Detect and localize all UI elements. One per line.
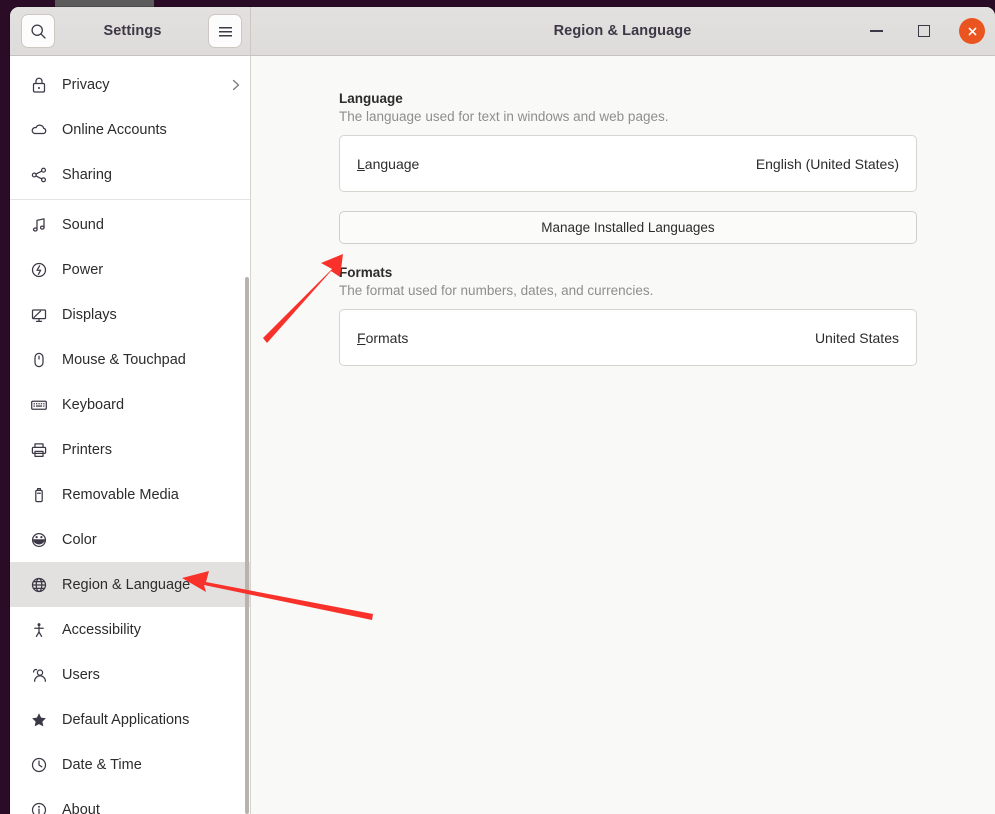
sidebar-item-label: Printers — [62, 442, 112, 458]
formats-card: Formats United States — [339, 309, 917, 366]
language-row-label: Language — [357, 156, 419, 172]
language-row[interactable]: Language English (United States) — [340, 136, 916, 191]
sidebar-item-mouse-touchpad[interactable]: Mouse & Touchpad — [10, 337, 250, 382]
language-section-description: The language used for text in windows an… — [339, 109, 917, 124]
close-button[interactable] — [959, 18, 985, 44]
sidebar-item-label: Color — [62, 532, 97, 548]
settings-window: Settings Region & Language — [10, 7, 995, 814]
share-nodes-icon — [28, 164, 50, 186]
sidebar-item-online-accounts[interactable]: Online Accounts — [10, 107, 250, 152]
search-button[interactable] — [21, 14, 55, 48]
star-icon — [28, 709, 50, 731]
keyboard-icon — [28, 394, 50, 416]
manage-installed-languages-button[interactable]: Manage Installed Languages — [339, 211, 917, 244]
sidebar-item-privacy[interactable]: Privacy — [10, 62, 250, 107]
usb-drive-icon — [28, 484, 50, 506]
formats-row-label-mnemonic: F — [357, 330, 366, 346]
sidebar-item-accessibility[interactable]: Accessibility — [10, 607, 250, 652]
desktop-panel-strip — [55, 0, 154, 7]
formats-section: Formats The format used for numbers, dat… — [339, 265, 917, 366]
sidebar-item-sound[interactable]: Sound — [10, 202, 250, 247]
sidebar-item-about[interactable]: About — [10, 787, 250, 814]
sidebar-item-label: About — [62, 802, 100, 814]
sidebar-item-label: Region & Language — [62, 577, 190, 593]
header-left-section: Settings — [10, 7, 250, 55]
sidebar-scrollbar[interactable] — [245, 277, 249, 814]
clock-icon — [28, 754, 50, 776]
formats-row-value: United States — [815, 330, 899, 346]
window-header-bar: Settings Region & Language — [10, 7, 995, 56]
globe-icon — [28, 574, 50, 596]
sidebar-item-label: Online Accounts — [62, 122, 167, 138]
window-controls — [863, 7, 985, 55]
sidebar-list: Privacy Online Accounts Sharing Sound Power D… — [10, 56, 250, 814]
sidebar-item-removable-media[interactable]: Removable Media — [10, 472, 250, 517]
sidebar-item-label: Accessibility — [62, 622, 141, 638]
hamburger-menu-button[interactable] — [208, 14, 242, 48]
sidebar-item-users[interactable]: Users — [10, 652, 250, 697]
hamburger-menu-icon — [217, 24, 234, 39]
language-card: Language English (United States) — [339, 135, 917, 192]
sidebar-item-sharing[interactable]: Sharing — [10, 152, 250, 197]
sidebar-item-power[interactable]: Power — [10, 247, 250, 292]
sidebar-item-label: Privacy — [62, 77, 110, 93]
sidebar-item-keyboard[interactable]: Keyboard — [10, 382, 250, 427]
language-row-value: English (United States) — [756, 156, 899, 172]
language-row-label-mnemonic: L — [357, 156, 365, 172]
search-icon — [30, 23, 47, 40]
maximize-button[interactable] — [911, 18, 937, 44]
formats-row-label-rest: ormats — [366, 330, 409, 346]
sidebar-item-label: Sharing — [62, 167, 112, 183]
language-row-label-rest: anguage — [365, 156, 420, 172]
accessibility-person-icon — [28, 619, 50, 641]
chevron-right-icon — [230, 78, 242, 92]
color-wheel-icon — [28, 529, 50, 551]
language-section-title: Language — [339, 91, 917, 106]
region-language-panel: Language The language used for text in w… — [251, 56, 995, 814]
sidebar-item-label: Power — [62, 262, 103, 278]
formats-row[interactable]: Formats United States — [340, 310, 916, 365]
info-circle-icon — [28, 799, 50, 814]
sidebar-item-label: Sound — [62, 217, 104, 233]
users-icon — [28, 664, 50, 686]
language-section: Language The language used for text in w… — [339, 91, 917, 192]
sidebar-item-label: Mouse & Touchpad — [62, 352, 186, 368]
display-monitor-icon — [28, 304, 50, 326]
sidebar-item-date-time[interactable]: Date & Time — [10, 742, 250, 787]
formats-row-label: Formats — [357, 330, 408, 346]
cloud-icon — [28, 119, 50, 141]
sidebar-item-label: Keyboard — [62, 397, 124, 413]
printer-icon — [28, 439, 50, 461]
sidebar-item-region-language[interactable]: Region & Language — [10, 562, 250, 607]
settings-sidebar: Privacy Online Accounts Sharing Sound Power D… — [10, 56, 250, 814]
sidebar-item-label: Displays — [62, 307, 117, 323]
power-bolt-icon — [28, 259, 50, 281]
sidebar-item-color[interactable]: Color — [10, 517, 250, 562]
formats-section-title: Formats — [339, 265, 917, 280]
sidebar-item-label: Default Applications — [62, 712, 189, 728]
music-note-icon — [28, 214, 50, 236]
sidebar-divider — [10, 199, 250, 200]
app-title: Settings — [60, 7, 205, 55]
lock-icon — [28, 74, 50, 96]
close-icon — [966, 25, 979, 38]
sidebar-item-default-applications[interactable]: Default Applications — [10, 697, 250, 742]
minimize-icon — [870, 30, 883, 32]
sidebar-item-label: Removable Media — [62, 487, 179, 503]
sidebar-item-printers[interactable]: Printers — [10, 427, 250, 472]
maximize-icon — [918, 25, 930, 37]
minimize-button[interactable] — [863, 18, 889, 44]
mouse-icon — [28, 349, 50, 371]
formats-section-description: The format used for numbers, dates, and … — [339, 283, 917, 298]
sidebar-item-label: Date & Time — [62, 757, 142, 773]
panel-inner: Language The language used for text in w… — [339, 91, 917, 366]
sidebar-item-label: Users — [62, 667, 100, 683]
window-content: Privacy Online Accounts Sharing Sound Power D… — [10, 56, 995, 814]
sidebar-item-displays[interactable]: Displays — [10, 292, 250, 337]
